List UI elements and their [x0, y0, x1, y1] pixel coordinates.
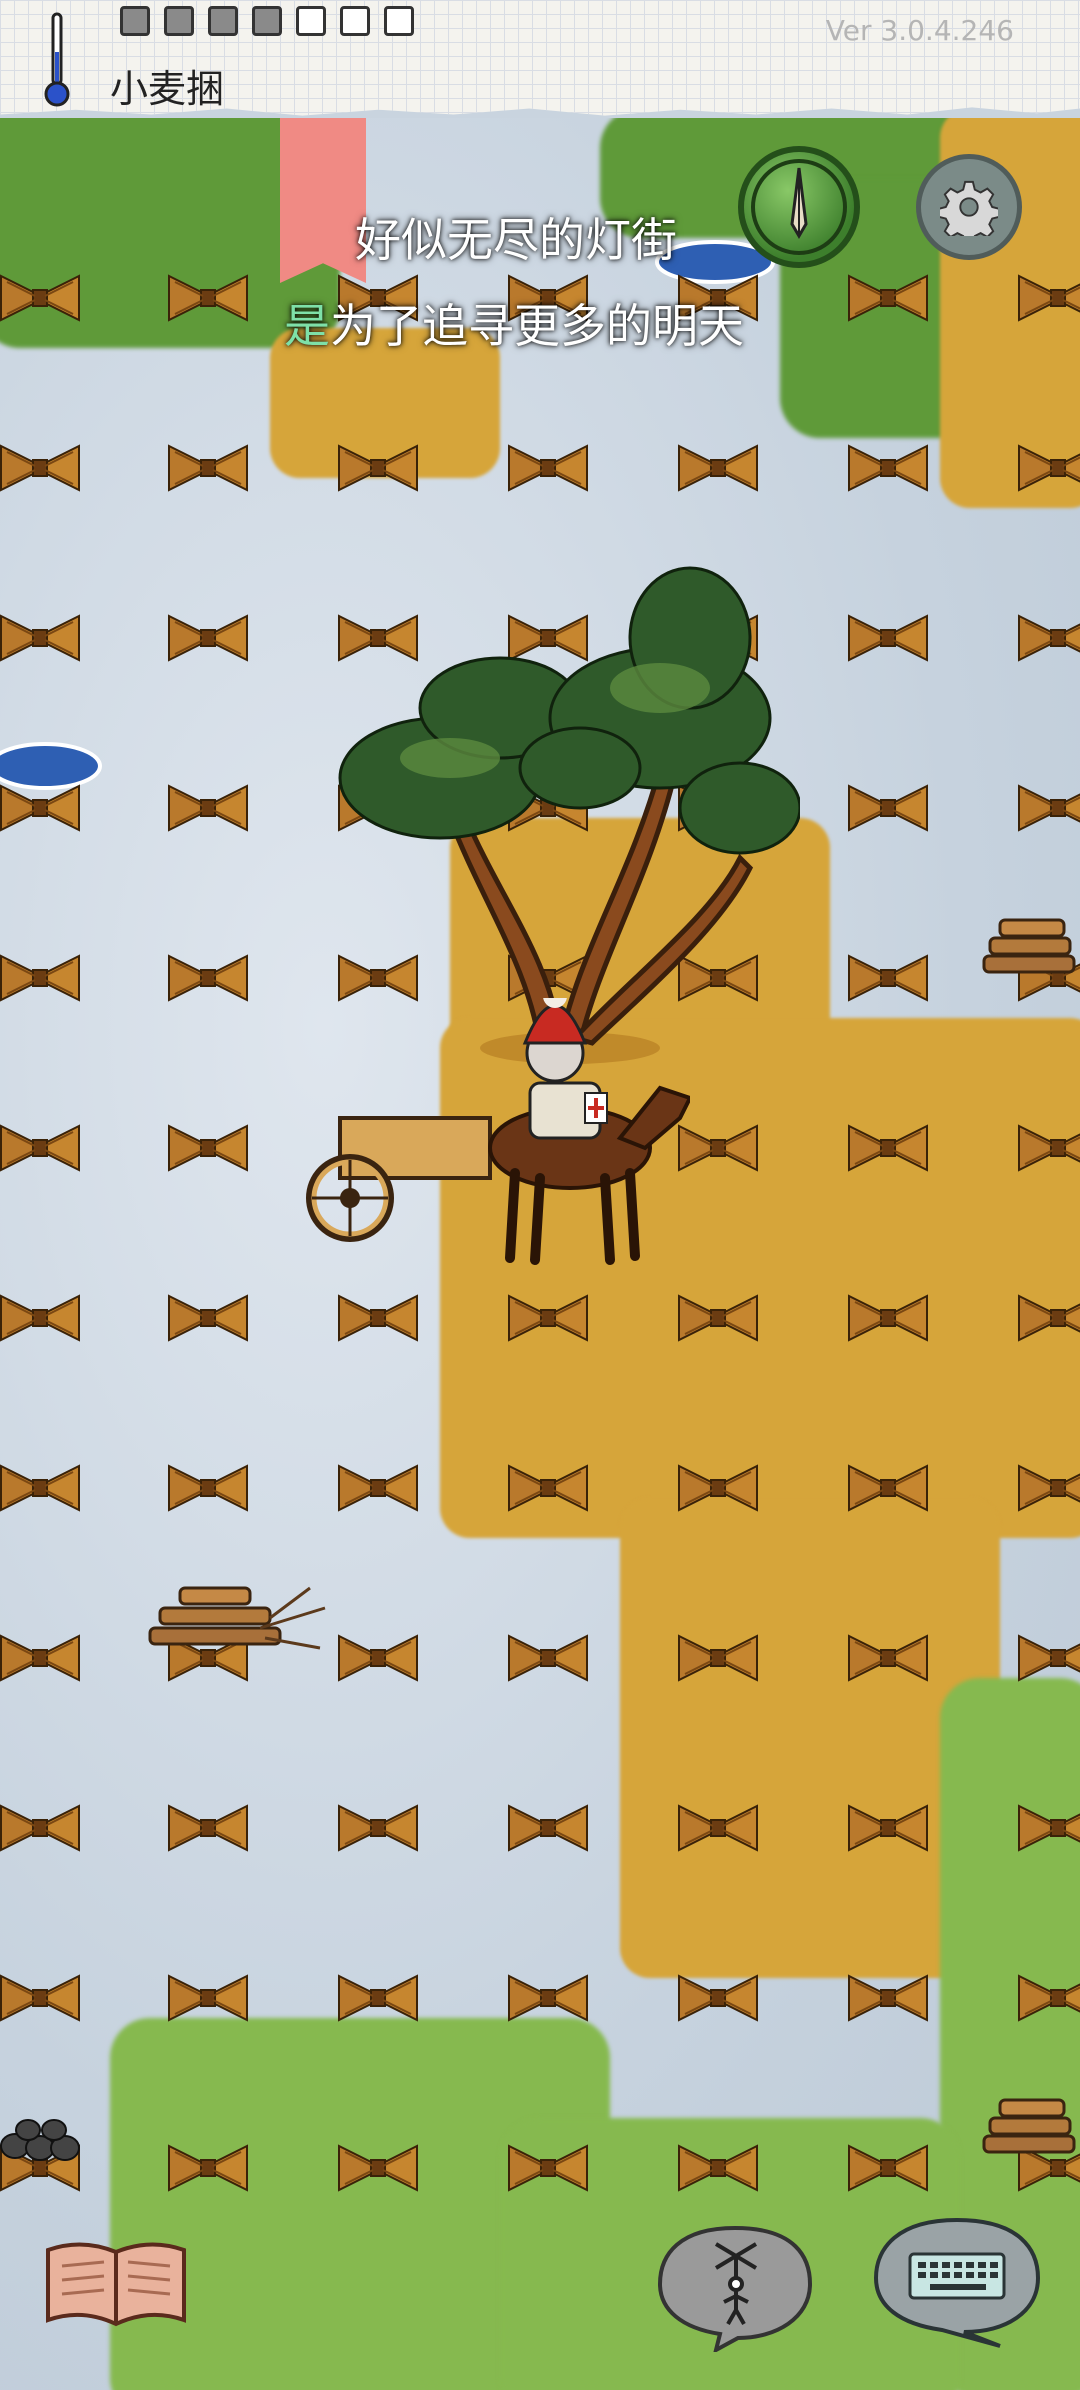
lyric-highlight: 是 [284, 299, 330, 353]
wheat-bundle[interactable] [165, 440, 251, 496]
slot-empty[interactable] [384, 6, 414, 36]
wheat-bundle[interactable] [335, 2140, 421, 2196]
wheat-bundle[interactable] [505, 1460, 591, 1516]
slot-filled[interactable] [164, 6, 194, 36]
keyboard-icon [908, 2252, 1006, 2300]
wheat-bundle[interactable] [0, 1970, 83, 2026]
wheat-bundle[interactable] [675, 440, 761, 496]
wheat-bundle[interactable] [845, 1630, 931, 1686]
wheat-bundle[interactable] [165, 1800, 251, 1856]
player-horse-cart[interactable] [300, 998, 690, 1308]
wheat-bundle[interactable] [845, 440, 931, 496]
wheat-bundle[interactable] [0, 950, 83, 1006]
wheat-bundle[interactable] [505, 1630, 591, 1686]
wheat-bundle[interactable] [1015, 1120, 1080, 1176]
wheat-bundle[interactable] [165, 950, 251, 1006]
top-status-bar: 小麦捆 Ver 3.0.4.246 [0, 0, 1080, 116]
wheat-bundle[interactable] [1015, 780, 1080, 836]
wheat-bundle[interactable] [165, 1290, 251, 1346]
wheat-bundle[interactable] [335, 1970, 421, 2026]
slot-filled[interactable] [252, 6, 282, 36]
wheat-bundle[interactable] [845, 1460, 931, 1516]
wheat-bundle[interactable] [165, 780, 251, 836]
wheat-bundle[interactable] [845, 610, 931, 666]
wheat-bundle[interactable] [0, 780, 83, 836]
pine-tree[interactable] [330, 518, 800, 1078]
wheat-bundle[interactable] [505, 440, 591, 496]
settings-button[interactable] [916, 154, 1022, 260]
wheat-bundle[interactable] [845, 780, 931, 836]
log-pile[interactable] [980, 2078, 1080, 2168]
keyboard-button[interactable] [872, 2214, 1042, 2350]
lyric-line-1: 好似无尽的灯街 [355, 213, 677, 267]
wheat-bundle[interactable] [845, 1290, 931, 1346]
wheat-bundle[interactable] [1015, 1970, 1080, 2026]
wheat-bundle[interactable] [1015, 440, 1080, 496]
wheat-bundle[interactable] [1015, 610, 1080, 666]
compass-button[interactable] [738, 146, 860, 268]
stone-pile[interactable] [0, 2108, 90, 2168]
slot-empty[interactable] [340, 6, 370, 36]
wheat-bundle[interactable] [165, 610, 251, 666]
wheat-bundle[interactable] [675, 1800, 761, 1856]
wheat-bundle[interactable] [0, 1120, 83, 1176]
lyric-rest: 为了追寻更多的明天 [330, 299, 744, 353]
log-pile[interactable] [980, 898, 1080, 988]
wheat-bundle[interactable] [845, 1970, 931, 2026]
wheat-bundle[interactable] [0, 440, 83, 496]
wheat-bundle[interactable] [0, 1800, 83, 1856]
wheat-bundle[interactable] [505, 1800, 591, 1856]
wheat-bundle[interactable] [0, 1290, 83, 1346]
version-label: Ver 3.0.4.246 [825, 14, 1014, 47]
slot-empty[interactable] [296, 6, 326, 36]
wheat-bundle[interactable] [335, 440, 421, 496]
wheat-bundle[interactable] [675, 1970, 761, 2026]
wheat-bundle[interactable] [0, 610, 83, 666]
journal-button[interactable] [42, 2232, 190, 2332]
inventory-slots [120, 6, 414, 36]
gear-icon [940, 180, 998, 236]
wheat-bundle[interactable] [845, 950, 931, 1006]
lyric-line-2: 是为了追寻更多的明天 [0, 290, 1054, 356]
wheat-bundle[interactable] [675, 1630, 761, 1686]
wheat-bundle[interactable] [1015, 1460, 1080, 1516]
wheat-bundle[interactable] [675, 1460, 761, 1516]
wheat-bundle[interactable] [1015, 1800, 1080, 1856]
wheat-bundle[interactable] [505, 1970, 591, 2026]
wheat-bundle[interactable] [1015, 1290, 1080, 1346]
wheat-bundle[interactable] [1015, 1630, 1080, 1686]
wheat-bundle[interactable] [505, 2140, 591, 2196]
wheat-bundle[interactable] [845, 1120, 931, 1176]
wheat-bundle[interactable] [0, 1460, 83, 1516]
compass-icon [751, 159, 847, 255]
wheat-bundle[interactable] [0, 1630, 83, 1686]
wheat-bundle[interactable] [335, 1800, 421, 1856]
wheat-bundle[interactable] [335, 1630, 421, 1686]
game-map[interactable] [0, 118, 1080, 2390]
wheat-bundle[interactable] [675, 2140, 761, 2196]
wheat-bundle[interactable] [165, 1120, 251, 1176]
selected-item-name: 小麦捆 [110, 67, 225, 111]
wheat-bundle[interactable] [165, 1970, 251, 2026]
log-pile[interactable] [140, 1568, 330, 1678]
wheat-bundle[interactable] [845, 1800, 931, 1856]
slot-filled[interactable] [208, 6, 238, 36]
wheat-bundle[interactable] [335, 1460, 421, 1516]
slot-filled[interactable] [120, 6, 150, 36]
thermometer-icon[interactable] [44, 12, 70, 108]
open-book-icon [46, 2242, 186, 2327]
puppet-button[interactable] [656, 2222, 814, 2352]
wheat-bundle[interactable] [845, 2140, 931, 2196]
wheat-bundle[interactable] [165, 2140, 251, 2196]
wheat-bundle[interactable] [165, 1460, 251, 1516]
